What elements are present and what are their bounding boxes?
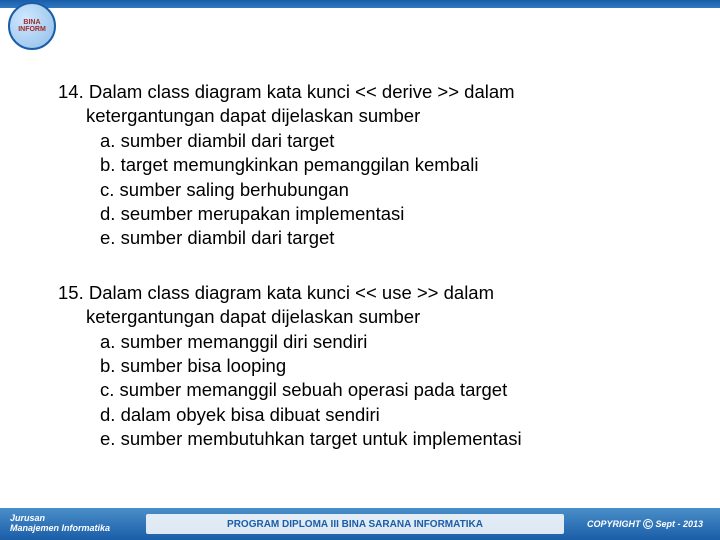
option-c: c. sumber memanggil sebuah operasi pada … xyxy=(100,378,680,402)
stem-line-2: ketergantungan dapat dijelaskan sumber xyxy=(58,104,680,128)
question-number: 14. xyxy=(58,81,84,102)
options-list: a. sumber memanggil diri sendiri b. sumb… xyxy=(58,330,680,452)
footer-department: Jurusan Manajemen Informatika xyxy=(0,514,140,534)
top-border xyxy=(0,0,720,8)
option-e: e. sumber membutuhkan target untuk imple… xyxy=(100,427,680,451)
logo-text-1: BINA xyxy=(23,19,40,26)
stem-line-1: Dalam class diagram kata kunci << derive… xyxy=(89,81,515,102)
dept-line-1: Jurusan xyxy=(10,513,45,523)
question-number: 15. xyxy=(58,282,84,303)
copyright-icon: C xyxy=(643,519,653,529)
footer-bar: Jurusan Manajemen Informatika PROGRAM DI… xyxy=(0,508,720,540)
option-e: e. sumber diambil dari target xyxy=(100,226,680,250)
dept-line-2: Manajemen Informatika xyxy=(10,523,110,533)
logo-text-2: INFORM xyxy=(18,26,46,33)
stem-line-1: Dalam class diagram kata kunci << use >>… xyxy=(89,282,494,303)
stem-line-2: ketergantungan dapat dijelaskan sumber xyxy=(58,305,680,329)
option-d: d. dalam obyek bisa dibuat sendiri xyxy=(100,403,680,427)
question-stem: 14. Dalam class diagram kata kunci << de… xyxy=(58,80,680,104)
option-b: b. target memungkinkan pemanggilan kemba… xyxy=(100,153,680,177)
option-a: a. sumber memanggil diri sendiri xyxy=(100,330,680,354)
footer-program: PROGRAM DIPLOMA III BINA SARANA INFORMAT… xyxy=(146,514,564,534)
slide-content: 14. Dalam class diagram kata kunci << de… xyxy=(58,80,680,482)
option-c: c. sumber saling berhubungan xyxy=(100,178,680,202)
copyright-date: Sept - 2013 xyxy=(656,519,704,529)
copyright-label: COPYRIGHT xyxy=(587,519,641,529)
question-15: 15. Dalam class diagram kata kunci << us… xyxy=(58,281,680,452)
options-list: a. sumber diambil dari target b. target … xyxy=(58,129,680,251)
institution-logo: BINA INFORM xyxy=(8,2,56,50)
footer-copyright: COPYRIGHT C Sept - 2013 xyxy=(570,519,720,529)
option-a: a. sumber diambil dari target xyxy=(100,129,680,153)
question-14: 14. Dalam class diagram kata kunci << de… xyxy=(58,80,680,251)
option-d: d. seumber merupakan implementasi xyxy=(100,202,680,226)
question-stem: 15. Dalam class diagram kata kunci << us… xyxy=(58,281,680,305)
option-b: b. sumber bisa looping xyxy=(100,354,680,378)
